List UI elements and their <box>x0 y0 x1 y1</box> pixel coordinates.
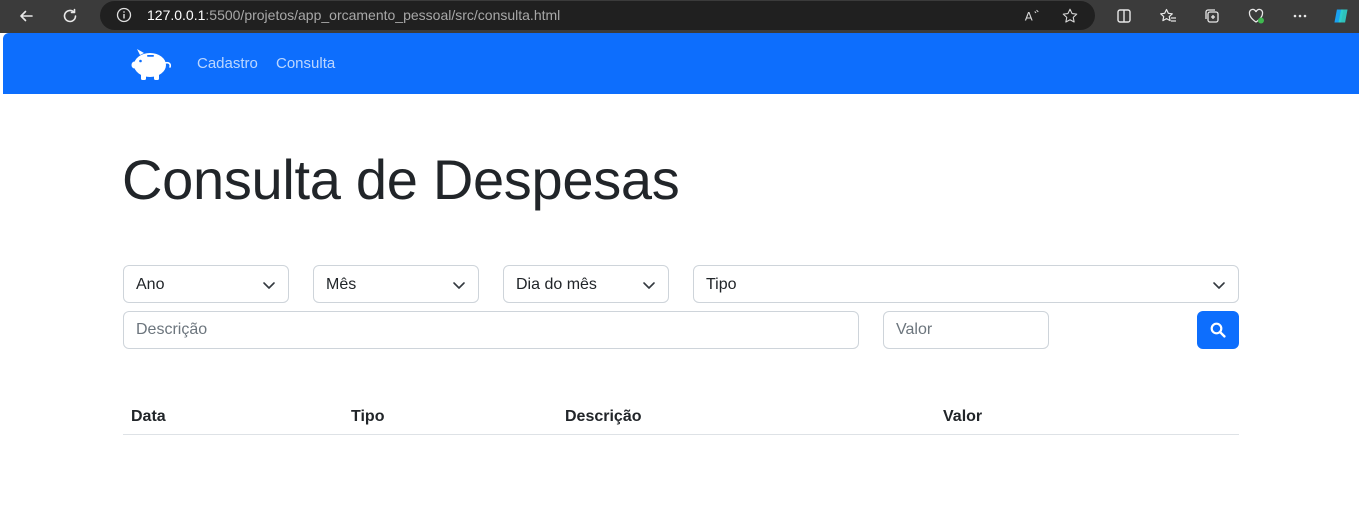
mes-select[interactable]: Mês <box>313 265 479 303</box>
column-header-descricao: Descrição <box>565 408 642 425</box>
more-options-icon[interactable] <box>1286 3 1314 29</box>
chevron-down-icon <box>263 282 275 289</box>
split-screen-icon[interactable] <box>1110 3 1138 29</box>
dia-select[interactable]: Dia do mês <box>503 265 669 303</box>
navbar: Cadastro Consulta <box>3 33 1359 94</box>
tipo-select-value: Tipo <box>706 276 737 293</box>
chevron-down-icon <box>453 282 465 289</box>
chevron-down-icon <box>1213 282 1225 289</box>
browser-toolbar: 127.0.0.1:5500/projetos/app_orcamento_pe… <box>0 0 1359 33</box>
back-icon[interactable] <box>12 3 40 29</box>
reload-icon[interactable] <box>56 3 84 29</box>
ano-select[interactable]: Ano <box>123 265 289 303</box>
descricao-input[interactable] <box>123 311 859 349</box>
column-header-valor: Valor <box>943 408 983 425</box>
collections-icon[interactable] <box>1198 3 1226 29</box>
piggy-bank-icon[interactable] <box>127 45 173 83</box>
browser-essentials-icon[interactable] <box>1242 3 1270 29</box>
favorites-icon[interactable] <box>1154 3 1182 29</box>
nav-link-consulta[interactable]: Consulta <box>276 55 335 73</box>
svg-text:A: A <box>1025 10 1033 24</box>
address-bar[interactable]: 127.0.0.1:5500/projetos/app_orcamento_pe… <box>100 1 1095 30</box>
url-host: 127.0.0.1 <box>147 7 206 23</box>
ano-select-value: Ano <box>136 276 165 293</box>
copilot-icon[interactable] <box>1327 3 1355 29</box>
read-aloud-icon[interactable]: A <box>1022 6 1042 26</box>
dia-select-value: Dia do mês <box>516 276 597 293</box>
favorite-star-icon[interactable] <box>1060 6 1080 26</box>
nav-link-cadastro[interactable]: Cadastro <box>197 55 258 73</box>
url-path: :5500/projetos/app_orcamento_pessoal/src… <box>205 7 561 23</box>
search-icon <box>1210 322 1226 338</box>
mes-select-value: Mês <box>326 276 357 293</box>
table-header: Data Tipo Descrição Valor <box>123 399 1239 435</box>
page-title: Consulta de Despesas <box>122 148 680 211</box>
column-header-tipo: Tipo <box>351 408 385 425</box>
site-info-icon[interactable] <box>116 7 132 23</box>
chevron-down-icon <box>643 282 655 289</box>
column-header-data: Data <box>131 408 166 425</box>
valor-input[interactable] <box>883 311 1049 349</box>
search-button[interactable] <box>1197 311 1239 349</box>
tipo-select[interactable]: Tipo <box>693 265 1239 303</box>
url-text[interactable]: 127.0.0.1:5500/projetos/app_orcamento_pe… <box>147 7 560 23</box>
